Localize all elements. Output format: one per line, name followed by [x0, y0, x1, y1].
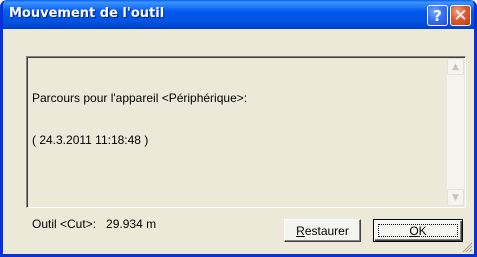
tool-distance-line: Outil <Cut>: 29.934 m: [32, 217, 157, 231]
report-textbox[interactable]: Parcours pour l'appareil <Périphérique>:…: [26, 56, 466, 231]
scroll-up-button[interactable]: ▲: [447, 58, 464, 75]
title-bar[interactable]: Mouvement de l'outil ? ✕: [3, 0, 474, 29]
arrow-up-icon: ▲: [452, 61, 459, 72]
close-button[interactable]: ✕: [450, 5, 471, 26]
arrow-down-icon: ▼: [452, 192, 459, 203]
restaurer-button[interactable]: Restaurer: [284, 219, 361, 242]
help-button[interactable]: ?: [427, 5, 448, 26]
report-text: Parcours pour l'appareil <Périphérique>:…: [32, 63, 248, 254]
device-line: Parcours pour l'appareil <Périphérique>:: [32, 91, 248, 105]
close-icon: ✕: [453, 5, 468, 26]
restaurer-mnemonic: R: [296, 223, 305, 238]
restaurer-label: estaurer: [304, 223, 349, 238]
vertical-scrollbar[interactable]: ▲ ▼: [447, 58, 464, 206]
ok-button[interactable]: OK: [373, 219, 463, 242]
dialog-window: Mouvement de l'outil ? ✕ Parcours pour l…: [0, 0, 477, 257]
window-title: Mouvement de l'outil: [9, 6, 165, 21]
scroll-down-button[interactable]: ▼: [447, 189, 464, 206]
focus-ring: [378, 224, 458, 237]
resize-grip[interactable]: [461, 241, 472, 252]
timestamp-line: ( 24.3.2011 11:18:48 ): [32, 133, 149, 147]
question-mark-icon: ?: [433, 6, 442, 25]
